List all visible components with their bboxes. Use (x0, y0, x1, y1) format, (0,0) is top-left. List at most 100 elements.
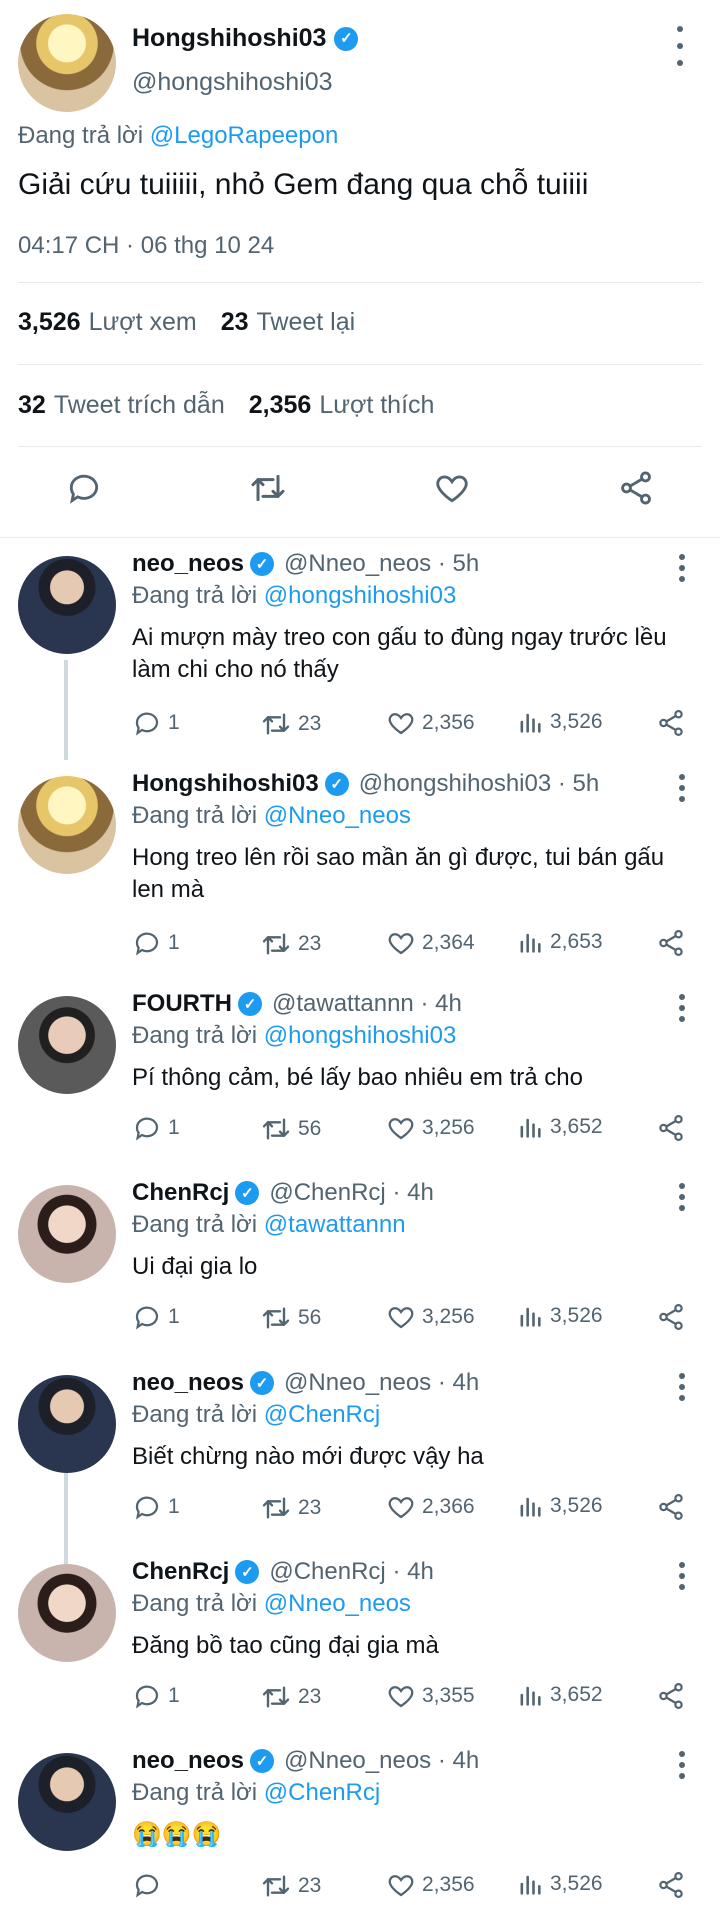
view-count[interactable]: 2,653 (516, 928, 603, 956)
retweets-stat[interactable]: 23 Tweet lại (221, 308, 355, 337)
reply-tweet[interactable]: neo_neos ✓ @Nneo_neos · 5h Đang trả lời … (0, 544, 720, 764)
reply-tweet[interactable]: neo_neos ✓ @Nneo_neos · 4h Đang trả lời … (0, 1363, 720, 1553)
reply-time: · 4h (437, 1369, 480, 1396)
share-icon[interactable] (656, 1681, 686, 1711)
share-icon[interactable] (656, 1870, 686, 1900)
avatar[interactable] (18, 1753, 116, 1851)
author-name[interactable]: Hongshihoshi03 (132, 24, 326, 53)
share-icon[interactable] (656, 1302, 686, 1332)
like-icon[interactable] (430, 466, 474, 510)
like-count[interactable]: 2,364 (386, 928, 475, 958)
view-count[interactable]: 3,652 (516, 1113, 603, 1141)
more-options-icon[interactable] (676, 1751, 688, 1779)
retweet-count[interactable]: 23 (260, 1870, 321, 1902)
avatar[interactable] (18, 1375, 116, 1473)
avatar[interactable] (18, 14, 116, 112)
reply-icon[interactable] (62, 466, 106, 510)
reply-tweet[interactable]: ChenRcj ✓ @ChenRcj · 4h Đang trả lời @Nn… (0, 1552, 720, 1742)
replying-to-mention[interactable]: @hongshihoshi03 (264, 1022, 457, 1049)
likes-stat[interactable]: 2,356 Lượt thích (249, 391, 435, 420)
avatar[interactable] (18, 996, 116, 1094)
more-options-icon[interactable] (676, 554, 688, 582)
author-name[interactable]: FOURTH (132, 990, 232, 1018)
reply-count[interactable] (132, 1870, 168, 1900)
more-options-icon[interactable] (676, 1562, 688, 1590)
view-count[interactable]: 3,652 (516, 1681, 603, 1709)
reply-time: · 4h (392, 1179, 434, 1206)
avatar[interactable] (18, 776, 116, 874)
retweet-count[interactable]: 23 (260, 1681, 321, 1713)
view-count[interactable]: 3,526 (516, 1302, 603, 1330)
like-count[interactable]: 3,256 (386, 1302, 475, 1332)
like-count[interactable]: 3,355 (386, 1681, 475, 1711)
author-handle[interactable]: @Nneo_neos (284, 550, 431, 578)
more-options-icon[interactable] (664, 26, 696, 66)
reply-metrics: 1 23 2,364 2,653 (132, 928, 692, 962)
retweet-count[interactable]: 23 (260, 928, 321, 960)
author-name[interactable]: Hongshihoshi03 (132, 770, 319, 798)
replying-to-mention[interactable]: @Nneo_neos (264, 1590, 411, 1617)
views-stat[interactable]: 3,526 Lượt xem (18, 308, 197, 337)
author-handle[interactable]: @Nneo_neos (284, 1369, 431, 1397)
reply-count[interactable]: 1 (132, 1302, 180, 1332)
reply-tweet[interactable]: neo_neos ✓ @Nneo_neos · 4h Đang trả lời … (0, 1741, 720, 1920)
like-count[interactable]: 2,356 (386, 1870, 475, 1900)
replying-to-mention[interactable]: @ChenRcj (264, 1401, 380, 1428)
author-handle[interactable]: @hongshihoshi03 (132, 68, 333, 97)
share-icon[interactable] (656, 1492, 686, 1522)
reply-count[interactable]: 1 (132, 708, 180, 738)
view-count[interactable]: 3,526 (516, 708, 603, 736)
replying-prefix: Đang trả lời (132, 1401, 258, 1428)
replying-to-mention[interactable]: @hongshihoshi03 (264, 582, 457, 609)
like-count[interactable]: 2,366 (386, 1492, 475, 1522)
author-name[interactable]: ChenRcj (132, 1179, 229, 1207)
share-icon[interactable] (656, 708, 686, 738)
replying-to-mention[interactable]: @tawattannn (264, 1211, 406, 1238)
avatar[interactable] (18, 556, 116, 654)
quotes-stat[interactable]: 32 Tweet trích dẫn (18, 391, 225, 420)
more-options-icon[interactable] (676, 1183, 688, 1211)
author-name[interactable]: neo_neos (132, 1369, 244, 1397)
reply-tweet[interactable]: Hongshihoshi03 ✓ @hongshihoshi03 · 5h Đa… (0, 764, 720, 984)
author-name[interactable]: neo_neos (132, 550, 244, 578)
view-count[interactable]: 3,526 (516, 1492, 603, 1520)
reply-text: Đăng bồ tao cũng đại gia mà (132, 1632, 439, 1659)
reply-count[interactable]: 1 (132, 1113, 180, 1143)
author-handle[interactable]: @hongshihoshi03 (359, 770, 552, 798)
retweet-count[interactable]: 23 (260, 708, 321, 740)
avatar[interactable] (18, 1564, 116, 1662)
reply-tweet[interactable]: FOURTH ✓ @tawattannn · 4h Đang trả lời @… (0, 984, 720, 1174)
reply-metrics: 1 23 3,355 3,652 (132, 1681, 692, 1715)
retweet-count[interactable]: 56 (260, 1302, 321, 1334)
avatar[interactable] (18, 1185, 116, 1283)
reply-count[interactable]: 1 (132, 1681, 180, 1711)
divider (18, 446, 702, 447)
view-count[interactable]: 3,526 (516, 1870, 603, 1898)
retweet-count[interactable]: 56 (260, 1113, 321, 1145)
author-handle[interactable]: @ChenRcj (269, 1179, 385, 1207)
retweet-count[interactable]: 23 (260, 1492, 321, 1524)
author-handle[interactable]: @tawattannn (272, 990, 414, 1018)
reply-count[interactable]: 1 (132, 1492, 180, 1522)
replying-to-mention[interactable]: @ChenRcj (264, 1779, 380, 1806)
author-handle[interactable]: @ChenRcj (269, 1558, 385, 1586)
share-icon[interactable] (656, 928, 686, 958)
like-count[interactable]: 3,256 (386, 1113, 475, 1143)
replying-to-mention[interactable]: @Nneo_neos (264, 802, 411, 829)
more-options-icon[interactable] (676, 1373, 688, 1401)
share-icon[interactable] (656, 1113, 686, 1143)
more-options-icon[interactable] (676, 774, 688, 802)
like-count[interactable]: 2,356 (386, 708, 475, 738)
reply-count[interactable]: 1 (132, 928, 180, 958)
author-name[interactable]: ChenRcj (132, 1558, 229, 1586)
author-handle[interactable]: @Nneo_neos (284, 1747, 431, 1775)
retweet-icon[interactable] (246, 466, 290, 510)
replying-to-mention[interactable]: @LegoRapeepon (150, 122, 339, 149)
replying-to-line: Đang trả lời @ChenRcj (132, 1779, 380, 1807)
more-options-icon[interactable] (676, 994, 688, 1022)
tweet-timestamp[interactable]: 04:17 CH · 06 thg 10 24 (18, 232, 274, 260)
reply-tweet[interactable]: ChenRcj ✓ @ChenRcj · 4h Đang trả lời @ta… (0, 1173, 720, 1363)
author-name[interactable]: neo_neos (132, 1747, 244, 1775)
share-icon[interactable] (614, 466, 658, 510)
tweet-text: Giải cứu tuiiiii, nhỏ Gem đang qua chỗ t… (18, 168, 589, 201)
